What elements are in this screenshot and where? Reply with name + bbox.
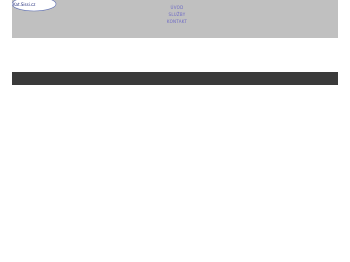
nav-link-uvod[interactable]: ÚVOD	[170, 4, 183, 11]
dark-content-bar	[12, 72, 338, 85]
nav-link-sluzby[interactable]: SLUŽBY	[169, 11, 186, 18]
site-logo[interactable]: Kat.Sissi.cz	[12, 0, 58, 12]
nav-link-kontakt[interactable]: KONTAKT	[167, 18, 187, 25]
main-nav: ÚVOD SLUŽBY KONTAKT	[162, 4, 192, 25]
site-header: Kat.Sissi.cz ÚVOD SLUŽBY KONTAKT	[12, 0, 338, 38]
logo-text: Kat.Sissi.cz	[13, 2, 36, 7]
page: Kat.Sissi.cz ÚVOD SLUŽBY KONTAKT	[0, 0, 350, 262]
